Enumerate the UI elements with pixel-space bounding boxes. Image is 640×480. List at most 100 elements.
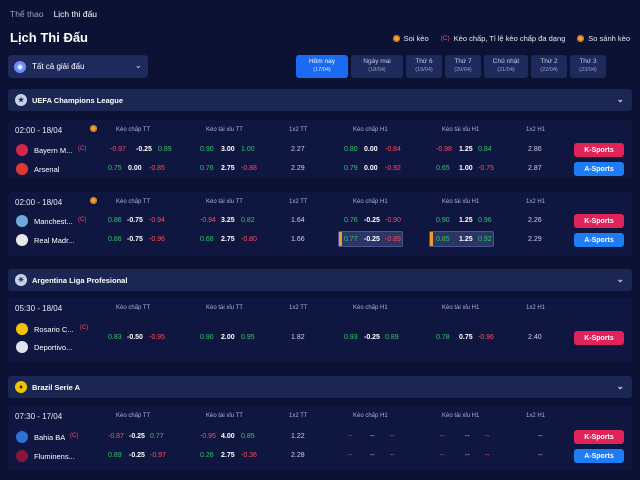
odds-value[interactable]: 0.84 bbox=[478, 146, 492, 153]
team-name[interactable]: Fluminens... bbox=[34, 452, 75, 461]
chevron-down-icon[interactable]: ⌄ bbox=[616, 381, 624, 392]
odds-value[interactable]: 0.00 bbox=[128, 165, 142, 172]
tab-day-5[interactable]: Thứ 2 (22/04) bbox=[531, 55, 567, 78]
odds-value[interactable]: -0.75 bbox=[127, 217, 143, 224]
league-select[interactable]: ◉ Tất cả giải đấu ⌄ bbox=[8, 55, 148, 78]
tab-day-6[interactable]: Thứ 3 (23/04) bbox=[570, 55, 606, 78]
odds-value[interactable]: -0.97 bbox=[150, 452, 166, 459]
odds-value[interactable]: 1.00 bbox=[241, 146, 255, 153]
odds-value[interactable]: 0.89 bbox=[158, 146, 172, 153]
odds-value[interactable]: -0.25 bbox=[136, 146, 152, 153]
league-header[interactable]: ♦ Brazil Serie A ⌄ bbox=[8, 376, 632, 398]
odds-value[interactable]: 2.29 bbox=[291, 165, 305, 172]
odds-value[interactable]: 0.86 bbox=[108, 236, 122, 243]
odds-value[interactable]: 1.00 bbox=[459, 165, 473, 172]
odds-value[interactable]: -0.80 bbox=[241, 236, 257, 243]
chevron-down-icon[interactable]: ⌄ bbox=[616, 274, 624, 285]
tab-day-2[interactable]: Thứ 6 (19/04) bbox=[406, 55, 442, 78]
odds-value[interactable]: 0.89 bbox=[108, 452, 122, 459]
odds-value[interactable]: -0.96 bbox=[149, 236, 165, 243]
odds-value[interactable]: -- bbox=[370, 452, 375, 459]
odds-value[interactable]: -0.25 bbox=[364, 236, 380, 243]
odds-value[interactable]: 2.26 bbox=[528, 217, 542, 224]
odds-value[interactable]: 2.87 bbox=[528, 165, 542, 172]
a-sports-button[interactable]: A-Sports bbox=[574, 233, 624, 247]
odds-value[interactable]: -0.98 bbox=[436, 146, 452, 153]
league-header[interactable]: ☀ Argentina Liga Profesional ⌄ bbox=[8, 269, 632, 291]
k-sports-button[interactable]: K-Sports bbox=[574, 430, 624, 444]
odds-value[interactable]: 1.25 bbox=[459, 217, 473, 224]
odds-value[interactable]: 0.92 bbox=[478, 236, 492, 243]
odds-value[interactable]: -- bbox=[538, 452, 543, 459]
chevron-down-icon[interactable]: ⌄ bbox=[616, 94, 624, 105]
odds-value[interactable]: 2.27 bbox=[291, 146, 305, 153]
odds-value[interactable]: 2.28 bbox=[291, 452, 305, 459]
odds-value[interactable]: 0.77 bbox=[150, 433, 164, 440]
team-name[interactable]: Bayern M... bbox=[34, 146, 72, 155]
odds-value[interactable]: 0.26 bbox=[200, 452, 214, 459]
odds-value[interactable]: -0.75 bbox=[127, 236, 143, 243]
odds-value[interactable]: 0.85 bbox=[436, 236, 450, 243]
league-header[interactable]: ★ UEFA Champions League ⌄ bbox=[8, 89, 632, 111]
odds-value[interactable]: 2.86 bbox=[528, 146, 542, 153]
odds-value[interactable]: -- bbox=[390, 452, 395, 459]
odds-value[interactable]: 2.29 bbox=[528, 236, 542, 243]
a-sports-button[interactable]: A-Sports bbox=[574, 162, 624, 176]
odds-value[interactable]: 0.65 bbox=[436, 165, 450, 172]
odds-value[interactable]: -0.94 bbox=[149, 217, 165, 224]
team-name[interactable]: Manchest... bbox=[34, 217, 73, 226]
odds-value[interactable]: 2.75 bbox=[221, 165, 235, 172]
team-name[interactable]: Arsenal bbox=[34, 165, 59, 174]
odds-value[interactable]: -0.36 bbox=[241, 452, 257, 459]
odds-value[interactable]: 1.22 bbox=[291, 433, 305, 440]
odds-value[interactable]: 0.68 bbox=[200, 236, 214, 243]
tips-icon[interactable] bbox=[90, 125, 97, 134]
odds-value[interactable]: 2.75 bbox=[221, 452, 235, 459]
tab-day-4[interactable]: Chủ nhật (21/04) bbox=[484, 55, 528, 78]
odds-value[interactable]: 0.76 bbox=[200, 165, 214, 172]
odds-value[interactable]: -0.25 bbox=[129, 433, 145, 440]
odds-value[interactable]: -0.87 bbox=[108, 433, 124, 440]
team-name[interactable]: Real Madr... bbox=[34, 236, 74, 245]
odds-value[interactable]: 1.66 bbox=[291, 236, 305, 243]
odds-value[interactable]: 0.86 bbox=[108, 217, 122, 224]
odds-value[interactable]: 1.64 bbox=[291, 217, 305, 224]
tab-day-0[interactable]: Hôm nay (17/04) bbox=[296, 55, 348, 78]
odds-value[interactable]: 0.85 bbox=[241, 433, 255, 440]
odds-value[interactable]: -0.84 bbox=[385, 146, 401, 153]
odds-value[interactable]: -- bbox=[348, 433, 353, 440]
odds-value[interactable]: -- bbox=[485, 433, 490, 440]
odds-value[interactable]: -0.25 bbox=[129, 452, 145, 459]
breadcrumb-schedule[interactable]: Lịch thi đấu bbox=[54, 9, 97, 19]
odds-value[interactable]: 0.96 bbox=[478, 217, 492, 224]
tab-day-3[interactable]: Thứ 7 (20/04) bbox=[445, 55, 481, 78]
odds-value[interactable]: 4.00 bbox=[221, 433, 235, 440]
odds-value[interactable]: 0.75 bbox=[108, 165, 122, 172]
odds-value[interactable]: 1.25 bbox=[459, 236, 473, 243]
odds-value[interactable]: 0.90 bbox=[436, 217, 450, 224]
odds-value[interactable]: -- bbox=[465, 452, 470, 459]
tips-icon[interactable] bbox=[90, 197, 97, 206]
odds-value[interactable]: 0.00 bbox=[364, 146, 378, 153]
odds-value[interactable]: -0.95 bbox=[200, 433, 216, 440]
odds-value[interactable]: -0.75 bbox=[478, 165, 494, 172]
odds-value[interactable]: 0.00 bbox=[364, 165, 378, 172]
odds-value[interactable]: 1.25 bbox=[459, 146, 473, 153]
odds-value[interactable]: 0.77 bbox=[344, 236, 358, 243]
odds-value[interactable]: 0.82 bbox=[241, 217, 255, 224]
odds-value[interactable]: -- bbox=[465, 433, 470, 440]
k-sports-button[interactable]: K-Sports bbox=[574, 143, 624, 157]
odds-value[interactable]: 0.76 bbox=[344, 217, 358, 224]
tab-day-1[interactable]: Ngày mai (18/04) bbox=[351, 55, 403, 78]
breadcrumb-sports[interactable]: Thể thao bbox=[10, 9, 44, 19]
odds-value[interactable]: -- bbox=[370, 433, 375, 440]
odds-value[interactable]: -0.90 bbox=[385, 217, 401, 224]
odds-value[interactable]: 0.90 bbox=[200, 146, 214, 153]
odds-value[interactable]: -- bbox=[348, 452, 353, 459]
odds-value[interactable]: -- bbox=[538, 433, 543, 440]
k-sports-button[interactable]: K-Sports bbox=[574, 214, 624, 228]
odds-value[interactable]: 2.75 bbox=[221, 236, 235, 243]
odds-value[interactable]: 3.00 bbox=[221, 146, 235, 153]
odds-value[interactable]: 3.25 bbox=[221, 217, 235, 224]
odds-value[interactable]: -- bbox=[485, 452, 490, 459]
